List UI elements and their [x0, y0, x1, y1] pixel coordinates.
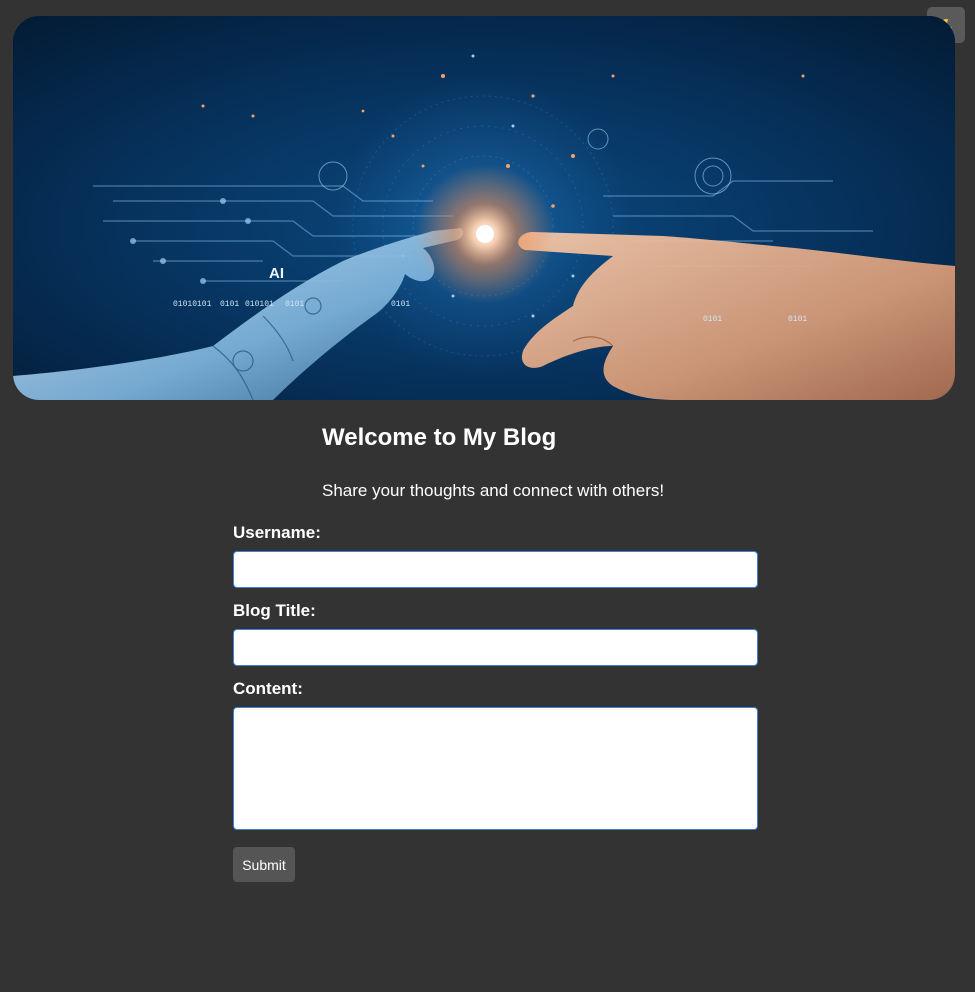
- hero-image: 01010101 0101 010101 0101 0101 0101 0101…: [13, 16, 955, 400]
- hero-binary-5: 0101: [391, 300, 410, 309]
- hero-binary-7: 0101: [788, 315, 807, 324]
- hero-binary-2: 0101: [220, 300, 239, 309]
- username-label: Username:: [233, 523, 321, 542]
- hero-binary-3: 010101: [245, 300, 274, 309]
- hero-binary-1: 01010101: [173, 300, 212, 309]
- blog-title-label: Blog Title:: [233, 601, 316, 620]
- username-input[interactable]: [233, 551, 758, 588]
- hero-binary-6: 0101: [703, 315, 722, 324]
- page-subtitle: Share your thoughts and connect with oth…: [322, 481, 665, 500]
- hero-binary-4: 0101: [285, 300, 304, 309]
- page-title: Welcome to My Blog: [322, 424, 557, 451]
- page: 01010101 0101 010101 0101 0101 0101 0101…: [0, 0, 975, 992]
- hero-ai-text: AI: [269, 265, 284, 282]
- hero-banner: 01010101 0101 010101 0101 0101 0101 0101…: [13, 16, 955, 400]
- blog-title-input[interactable]: [233, 629, 758, 666]
- content-textarea[interactable]: [233, 707, 758, 830]
- content-label: Content:: [233, 679, 303, 698]
- submit-button[interactable]: Submit: [233, 847, 295, 882]
